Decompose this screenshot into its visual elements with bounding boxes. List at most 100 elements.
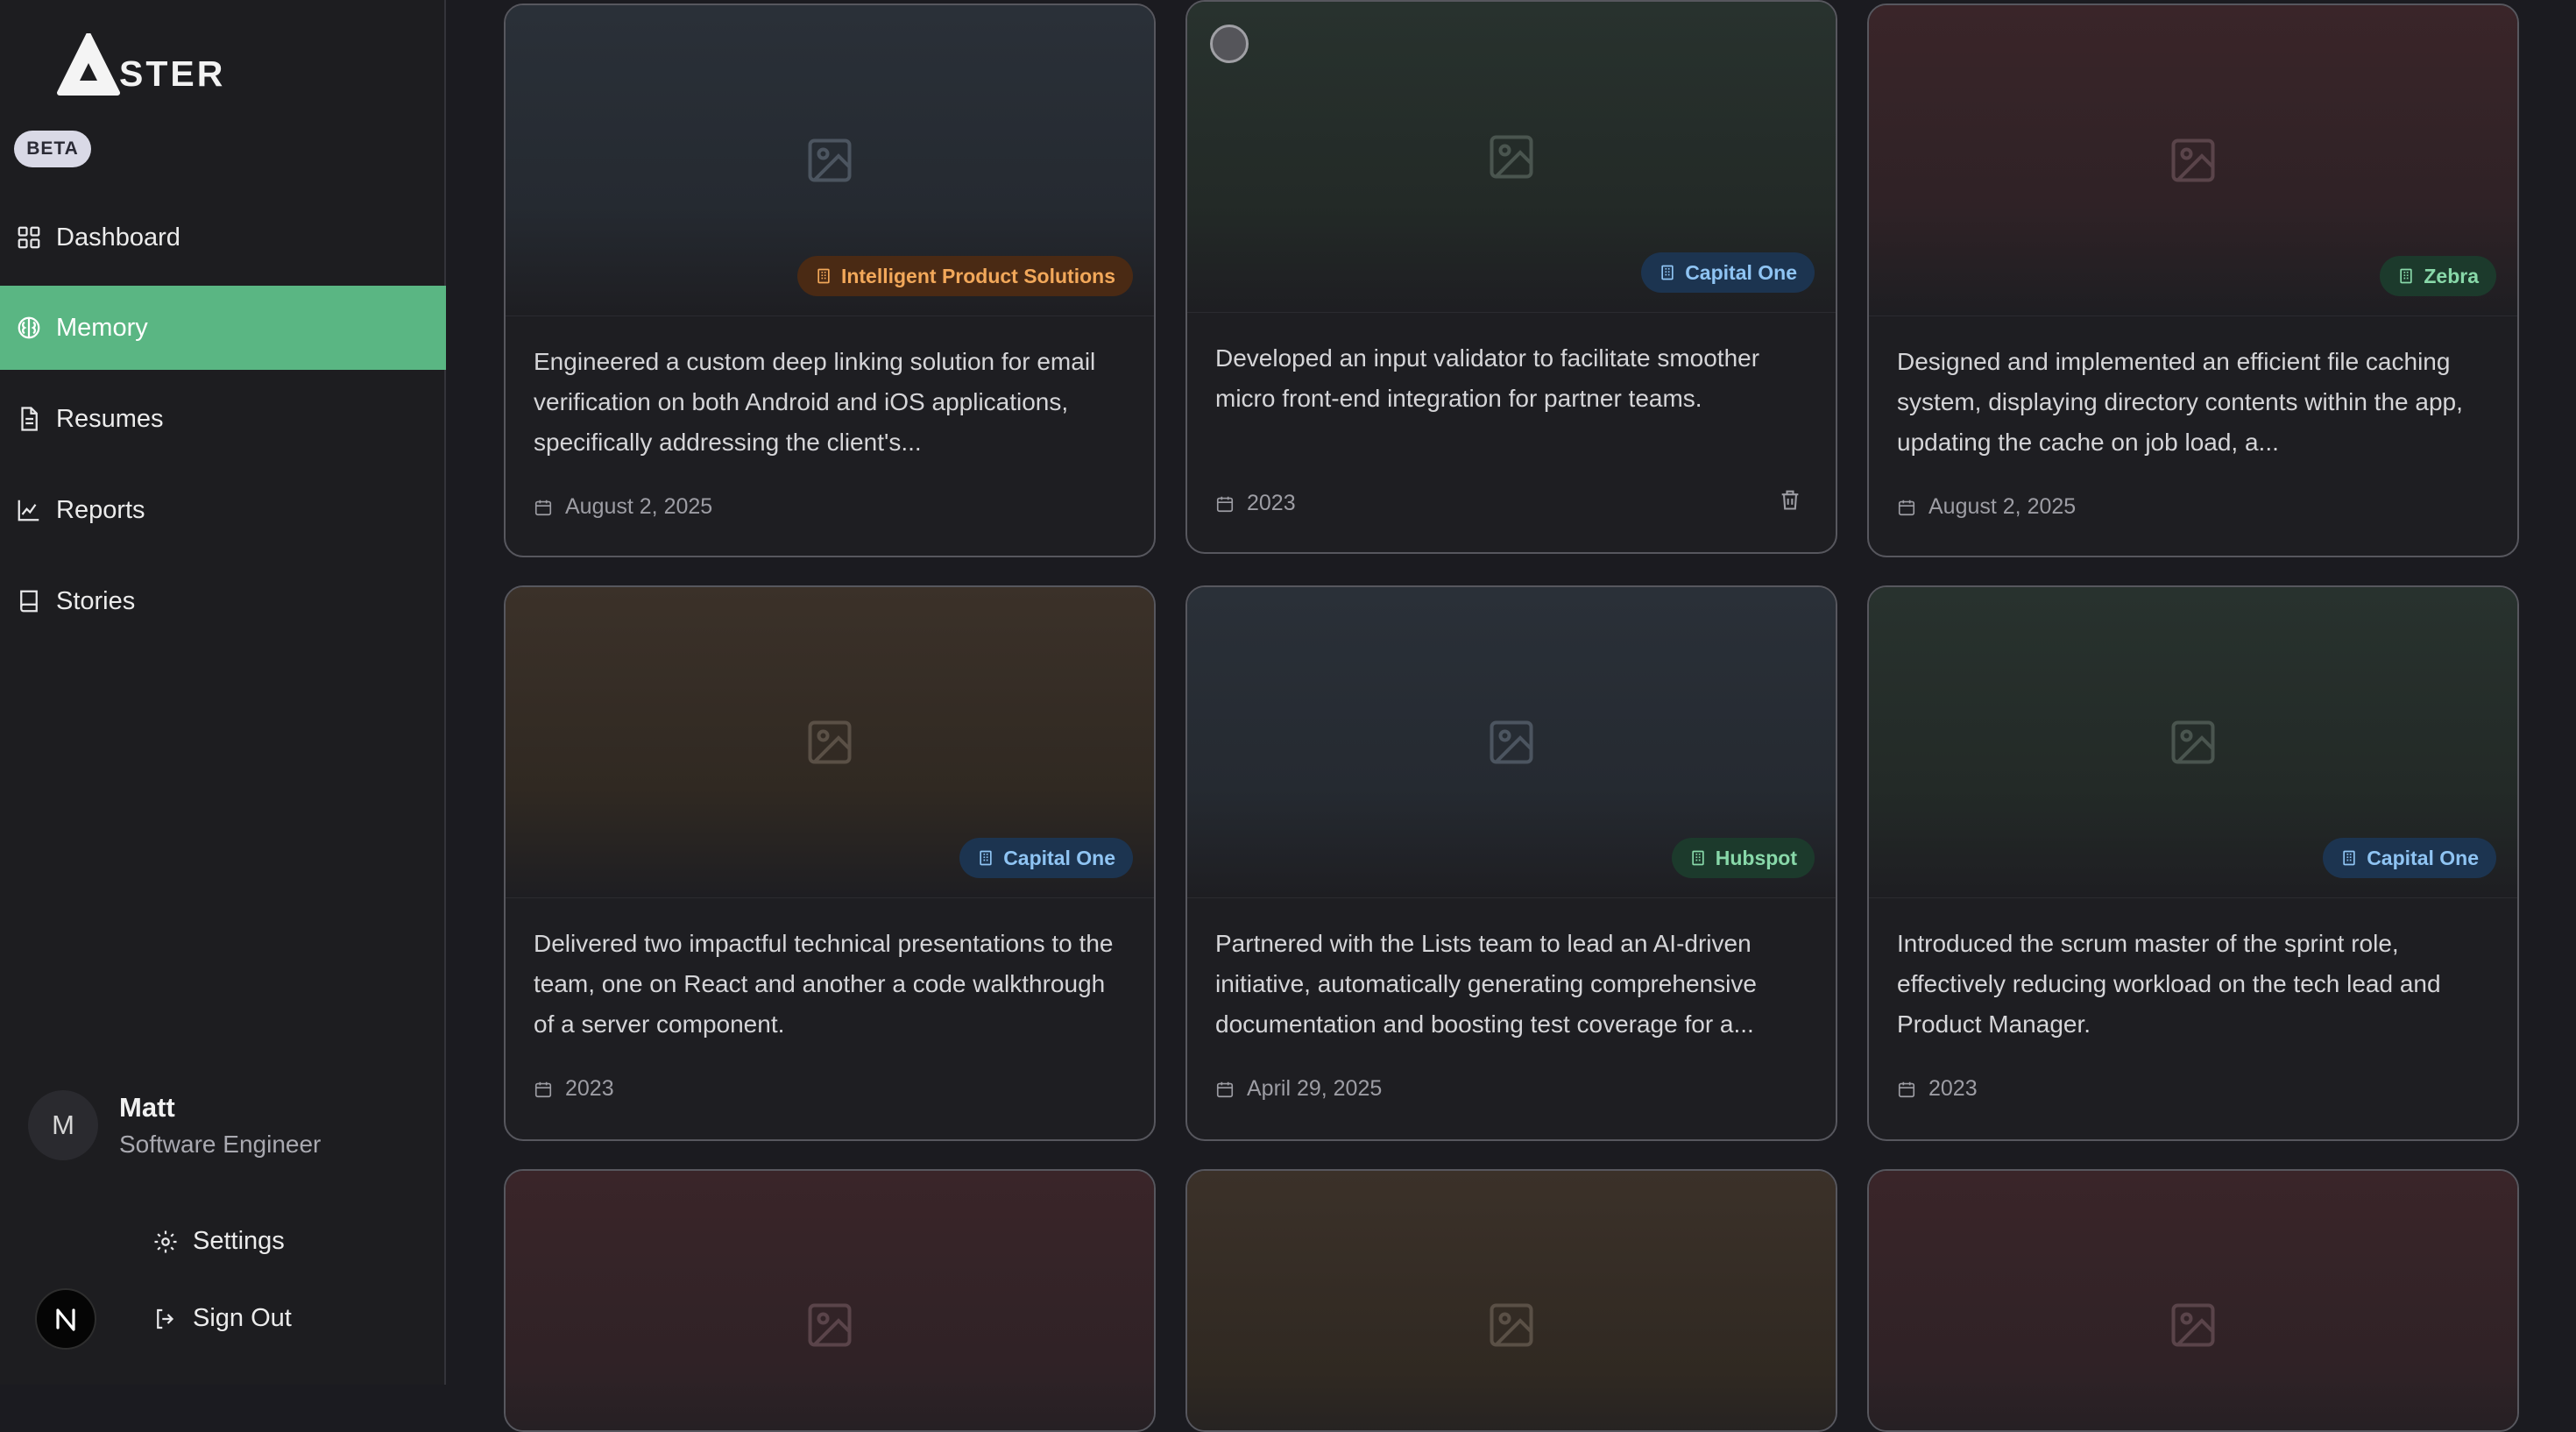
select-checkbox[interactable] [1210, 25, 1249, 63]
document-icon [16, 406, 42, 432]
settings-label: Settings [193, 1227, 285, 1255]
company-chip[interactable]: Capital One [2323, 838, 2496, 878]
building-icon [980, 850, 992, 866]
company-chip[interactable]: Capital One [1641, 252, 1815, 293]
user-role: Software Engineer [119, 1131, 322, 1158]
nav-item-dashboard[interactable]: Dashboard [0, 195, 446, 280]
building-icon [2400, 268, 2413, 284]
card-description: Developed an input validator to facilita… [1215, 344, 1760, 412]
sign-out-button[interactable]: Sign Out [152, 1304, 292, 1333]
calendar-icon [534, 1081, 552, 1097]
image-placeholder-icon [1485, 716, 1538, 769]
card-description: Designed and implemented an efficient fi… [1897, 348, 2463, 456]
memory-card[interactable] [504, 1169, 1156, 1432]
company-name: Capital One [2367, 846, 2479, 869]
line-chart-icon [16, 497, 42, 523]
memory-grid: Intelligent Product Solutions Engineered… [504, 0, 2519, 1432]
nav-label: Stories [56, 586, 136, 615]
card-image-placeholder [506, 1171, 1154, 1430]
card-date: 2023 [534, 1076, 614, 1102]
date-text: 2023 [1247, 491, 1296, 515]
signout-label: Sign Out [193, 1304, 292, 1332]
sidebar: STER BETA Dashboard Memory Resumes Repor… [0, 0, 446, 1385]
nav-item-memory[interactable]: Memory [0, 286, 446, 370]
nav-label: Resumes [56, 404, 164, 433]
card-image-placeholder: Capital One [1187, 2, 1836, 313]
card-image-placeholder: Capital One [1869, 587, 2517, 898]
building-icon [1661, 265, 1674, 280]
trash-icon[interactable] [1778, 487, 1802, 512]
logo-text: STER [119, 53, 226, 94]
card-date: 2023 [1897, 1076, 1978, 1102]
calendar-icon [534, 500, 552, 515]
n-letter-icon [56, 1308, 75, 1331]
date-text: April 29, 2025 [1247, 1076, 1383, 1101]
avatar: M [28, 1090, 98, 1160]
company-chip[interactable]: Zebra [2380, 256, 2496, 296]
settings-button[interactable]: Settings [152, 1227, 285, 1256]
nav-item-resumes[interactable]: Resumes [0, 377, 446, 461]
nav-item-stories[interactable]: Stories [0, 559, 446, 643]
card-description: Engineered a custom deep linking solutio… [534, 348, 1096, 456]
card-date: August 2, 2025 [1897, 494, 2076, 520]
date-text: August 2, 2025 [1928, 494, 2077, 519]
memory-card[interactable]: Hubspot Partnered with the Lists team to… [1185, 585, 1837, 1141]
date-text: 2023 [565, 1076, 614, 1101]
user-profile[interactable]: M Matt Software Engineer [28, 1090, 321, 1160]
company-chip[interactable]: Hubspot [1671, 838, 1815, 878]
card-description: Delivered two impactful technical presen… [534, 930, 1114, 1038]
sign-out-icon [157, 1308, 174, 1329]
card-description: Partnered with the Lists team to lead an… [1215, 930, 1757, 1038]
card-description: Introduced the scrum master of the sprin… [1897, 930, 2441, 1038]
card-date: August 2, 2025 [534, 494, 712, 520]
image-placeholder-icon [1485, 131, 1538, 183]
card-image-placeholder: Zebra [1869, 5, 2517, 316]
book-icon [16, 588, 42, 614]
image-placeholder-icon [2167, 134, 2219, 187]
memory-card[interactable]: Capital One Introduced the scrum master … [1867, 585, 2519, 1141]
beta-badge: BETA [14, 131, 91, 167]
company-name: Capital One [1003, 846, 1115, 869]
nav-label: Dashboard [56, 223, 180, 252]
company-name: Zebra [2424, 264, 2479, 287]
image-placeholder-icon [803, 1299, 856, 1351]
memory-card[interactable]: Capital One Delivered two impactful tech… [504, 585, 1156, 1141]
user-name: Matt [119, 1092, 175, 1123]
card-image-placeholder: Hubspot [1187, 587, 1836, 898]
app-logo[interactable]: STER [56, 33, 225, 96]
building-icon [2343, 850, 2355, 866]
memory-card[interactable]: Zebra Designed and implemented an effici… [1867, 4, 2519, 557]
memory-card[interactable] [1867, 1169, 2519, 1432]
building-icon [1692, 850, 1704, 866]
memory-card[interactable]: Capital One Developed an input validator… [1185, 0, 1837, 554]
calendar-icon [1216, 1081, 1234, 1097]
calendar-icon [1216, 496, 1234, 512]
image-placeholder-icon [803, 134, 856, 187]
card-date: 2023 [1215, 491, 1296, 516]
company-name: Hubspot [1715, 846, 1797, 869]
memory-card[interactable] [1185, 1169, 1837, 1432]
image-placeholder-icon [2167, 716, 2219, 769]
nav-item-reports[interactable]: Reports [0, 468, 446, 552]
next-logo-icon[interactable] [35, 1288, 96, 1350]
brain-icon [16, 315, 42, 341]
company-name: Capital One [1685, 260, 1797, 284]
card-image-placeholder [1187, 1171, 1836, 1430]
image-placeholder-icon [1485, 1299, 1538, 1351]
gear-icon [154, 1230, 177, 1252]
card-image-placeholder [1869, 1171, 2517, 1430]
card-image-placeholder: Capital One [506, 587, 1154, 898]
grid-icon [16, 224, 42, 251]
memory-card[interactable]: Intelligent Product Solutions Engineered… [504, 4, 1156, 557]
calendar-icon [1898, 500, 1915, 515]
logo-a-icon [57, 33, 120, 96]
company-chip[interactable]: Intelligent Product Solutions [796, 256, 1133, 296]
nav-label: Reports [56, 495, 145, 524]
nav-label: Memory [56, 313, 148, 342]
calendar-icon [1898, 1081, 1915, 1097]
image-placeholder-icon [803, 716, 856, 769]
date-text: August 2, 2025 [565, 494, 713, 519]
company-chip[interactable]: Capital One [959, 838, 1133, 878]
card-date: April 29, 2025 [1215, 1076, 1382, 1102]
image-placeholder-icon [2167, 1299, 2219, 1351]
